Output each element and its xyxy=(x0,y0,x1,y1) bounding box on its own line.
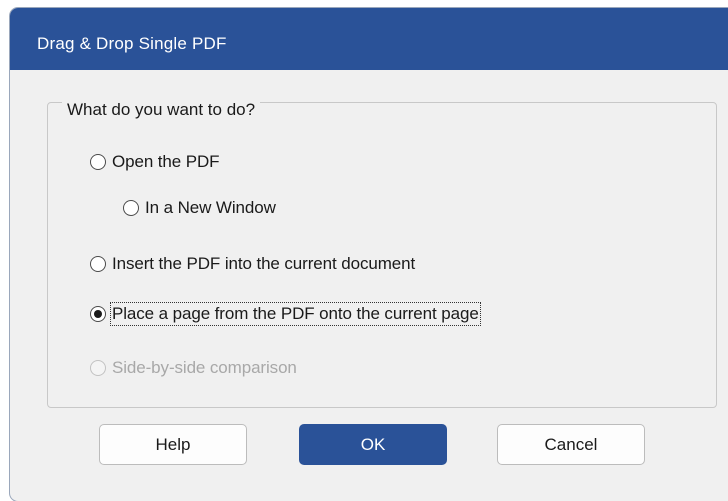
radio-insert-pdf[interactable]: Insert the PDF into the current document xyxy=(90,254,415,274)
radio-button-icon[interactable] xyxy=(90,154,106,170)
dialog-title: Drag & Drop Single PDF xyxy=(37,34,227,53)
radio-open-pdf-label[interactable]: Open the PDF xyxy=(112,152,220,172)
radio-insert-pdf-label[interactable]: Insert the PDF into the current document xyxy=(112,254,415,274)
drag-drop-dialog: Drag & Drop Single PDF What do you want … xyxy=(10,8,728,501)
radio-side-by-side: Side-by-side comparison xyxy=(90,358,297,378)
radio-button-checked-icon[interactable] xyxy=(90,306,106,322)
radio-place-page[interactable]: Place a page from the PDF onto the curre… xyxy=(90,302,481,326)
radio-new-window-label[interactable]: In a New Window xyxy=(145,198,276,218)
dialog-titlebar[interactable]: Drag & Drop Single PDF xyxy=(10,8,728,70)
ok-button[interactable]: OK xyxy=(299,424,447,465)
radio-button-disabled-icon xyxy=(90,360,106,376)
help-button[interactable]: Help xyxy=(99,424,247,465)
radio-open-pdf[interactable]: Open the PDF xyxy=(90,152,220,172)
radio-button-icon[interactable] xyxy=(123,200,139,216)
radio-place-page-label[interactable]: Place a page from the PDF onto the curre… xyxy=(110,302,481,326)
radio-new-window[interactable]: In a New Window xyxy=(123,198,276,218)
cancel-button[interactable]: Cancel xyxy=(497,424,645,465)
radio-button-icon[interactable] xyxy=(90,256,106,272)
radio-side-by-side-label: Side-by-side comparison xyxy=(112,358,297,377)
groupbox-legend: What do you want to do? xyxy=(62,100,261,120)
